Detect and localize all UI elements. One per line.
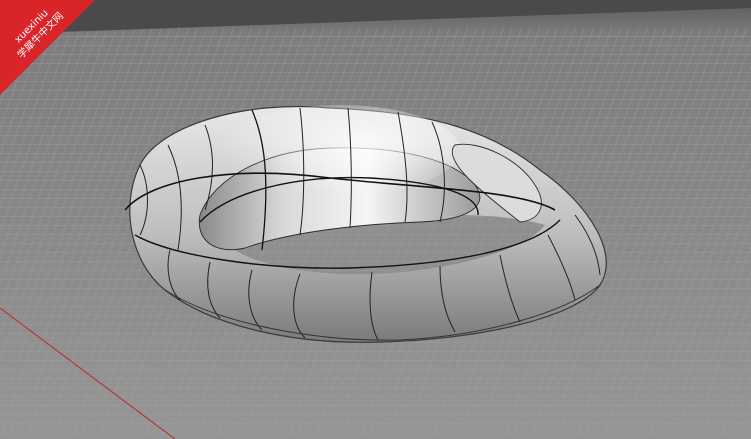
- perspective-viewport[interactable]: xuexiniu 学犀牛中文网: [0, 0, 751, 439]
- viewport-canvas[interactable]: [0, 0, 751, 439]
